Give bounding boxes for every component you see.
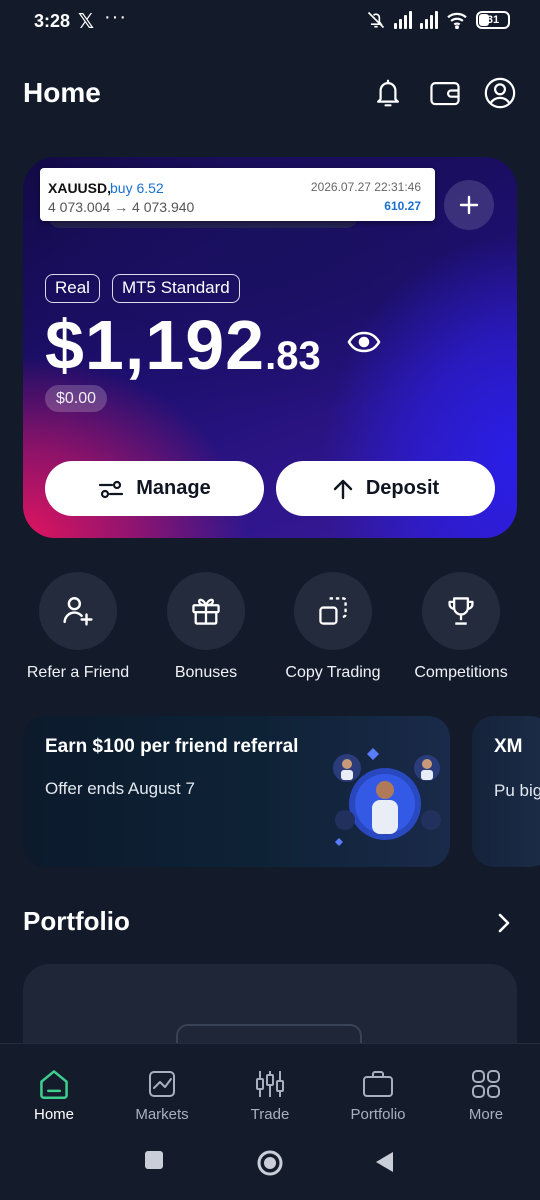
trade-ticker-popup[interactable]: XAUUSD, buy 6.52 4 073.004 → 4 073.940 2… bbox=[40, 168, 435, 221]
promo-card-referral[interactable]: Earn $100 per friend referral Offer ends… bbox=[23, 716, 450, 867]
copy-trading-action[interactable]: Copy Trading bbox=[269, 572, 397, 682]
more-dots-icon: ··· bbox=[104, 6, 127, 28]
manage-label: Manage bbox=[136, 477, 211, 499]
chevron-right-icon[interactable] bbox=[493, 911, 513, 940]
profile-icon[interactable] bbox=[483, 76, 517, 110]
add-account-button[interactable] bbox=[444, 180, 494, 230]
add-user-icon bbox=[39, 572, 117, 650]
briefcase-icon bbox=[324, 1068, 432, 1100]
nav-markets[interactable]: Markets bbox=[108, 1068, 216, 1123]
status-time: 3:28 bbox=[34, 11, 71, 31]
promo-subtitle: Offer ends August 7 bbox=[45, 779, 195, 798]
arrow-up-icon bbox=[333, 479, 353, 499]
account-balance: $1,192.83 bbox=[45, 305, 321, 385]
page-title: Home bbox=[23, 77, 101, 108]
ticker-symbol: XAUUSD, bbox=[48, 180, 112, 196]
battery-level: 31 bbox=[486, 14, 500, 26]
balance-main: $1,192 bbox=[45, 306, 266, 384]
pnl-badge: $0.00 bbox=[45, 385, 108, 412]
eye-icon[interactable] bbox=[347, 329, 381, 360]
plus-icon bbox=[459, 195, 479, 215]
back-button[interactable] bbox=[374, 1150, 394, 1179]
bonuses-action[interactable]: Bonuses bbox=[142, 572, 270, 682]
quick-action-label: Bonuses bbox=[174, 664, 238, 681]
refer-friend-action[interactable]: Refer a Friend bbox=[14, 572, 142, 682]
wifi-icon bbox=[447, 12, 467, 29]
grid-icon bbox=[432, 1068, 540, 1100]
square-icon bbox=[145, 1151, 163, 1169]
gift-icon bbox=[167, 572, 245, 650]
copy-icon bbox=[294, 572, 372, 650]
trophy-icon bbox=[422, 572, 500, 650]
balance-cents: .83 bbox=[265, 334, 321, 378]
ticker-timestamp: 2026.07.27 22:31:46 bbox=[310, 180, 421, 194]
account-type-chip: Real bbox=[45, 274, 100, 303]
quick-action-label: Refer a Friend bbox=[26, 664, 130, 681]
competitions-action[interactable]: Competitions bbox=[397, 572, 525, 682]
nav-portfolio[interactable]: Portfolio bbox=[324, 1068, 432, 1123]
ticker-prices: 4 073.004 → 4 073.940 bbox=[48, 199, 195, 215]
x-logo-icon: 𝕏 bbox=[78, 11, 95, 33]
nav-home[interactable]: Home bbox=[0, 1068, 108, 1123]
signal-icon bbox=[420, 11, 438, 29]
bell-icon[interactable] bbox=[371, 76, 405, 110]
quick-action-label: Competitions bbox=[414, 664, 508, 681]
circle-icon bbox=[257, 1150, 283, 1176]
platform-chip: MT5 Standard bbox=[112, 274, 240, 303]
sliders-icon bbox=[99, 480, 124, 498]
nav-label: Portfolio bbox=[350, 1106, 406, 1123]
portfolio-title: Portfolio bbox=[23, 906, 130, 936]
promo-card-secondary[interactable]: XM Pu big bbox=[472, 716, 540, 867]
promo-title: XM bbox=[494, 736, 523, 757]
status-bar: 3:28 𝕏 ··· 31 bbox=[0, 0, 540, 44]
ticker-side: buy 6.52 bbox=[110, 180, 164, 196]
triangle-back-icon bbox=[376, 1152, 393, 1172]
signal-icon bbox=[394, 11, 412, 29]
nav-more[interactable]: More bbox=[432, 1068, 540, 1123]
home-system-button[interactable] bbox=[256, 1149, 284, 1182]
nav-label: Trade bbox=[250, 1106, 290, 1123]
promo-subtitle: Pu big bbox=[494, 781, 540, 800]
chart-icon bbox=[108, 1068, 216, 1100]
manage-button[interactable]: Manage bbox=[45, 461, 264, 516]
battery-icon: 31 bbox=[476, 11, 510, 29]
recents-button[interactable] bbox=[144, 1150, 164, 1175]
nav-trade[interactable]: Trade bbox=[216, 1068, 324, 1123]
home-icon bbox=[0, 1068, 108, 1100]
quick-action-label: Copy Trading bbox=[285, 664, 381, 681]
referral-illustration bbox=[333, 748, 441, 846]
ticker-profit: 610.27 bbox=[384, 199, 421, 213]
deposit-button[interactable]: Deposit bbox=[276, 461, 495, 516]
candlestick-icon bbox=[216, 1068, 324, 1100]
wallet-icon[interactable] bbox=[428, 76, 462, 110]
nav-label: Markets bbox=[135, 1106, 189, 1123]
status-icons: 31 bbox=[366, 10, 510, 30]
mute-icon bbox=[367, 11, 385, 29]
nav-label: Home bbox=[33, 1106, 74, 1123]
nav-label: More bbox=[468, 1106, 504, 1123]
promo-title: Earn $100 per friend referral bbox=[45, 736, 299, 757]
deposit-label: Deposit bbox=[365, 477, 440, 499]
